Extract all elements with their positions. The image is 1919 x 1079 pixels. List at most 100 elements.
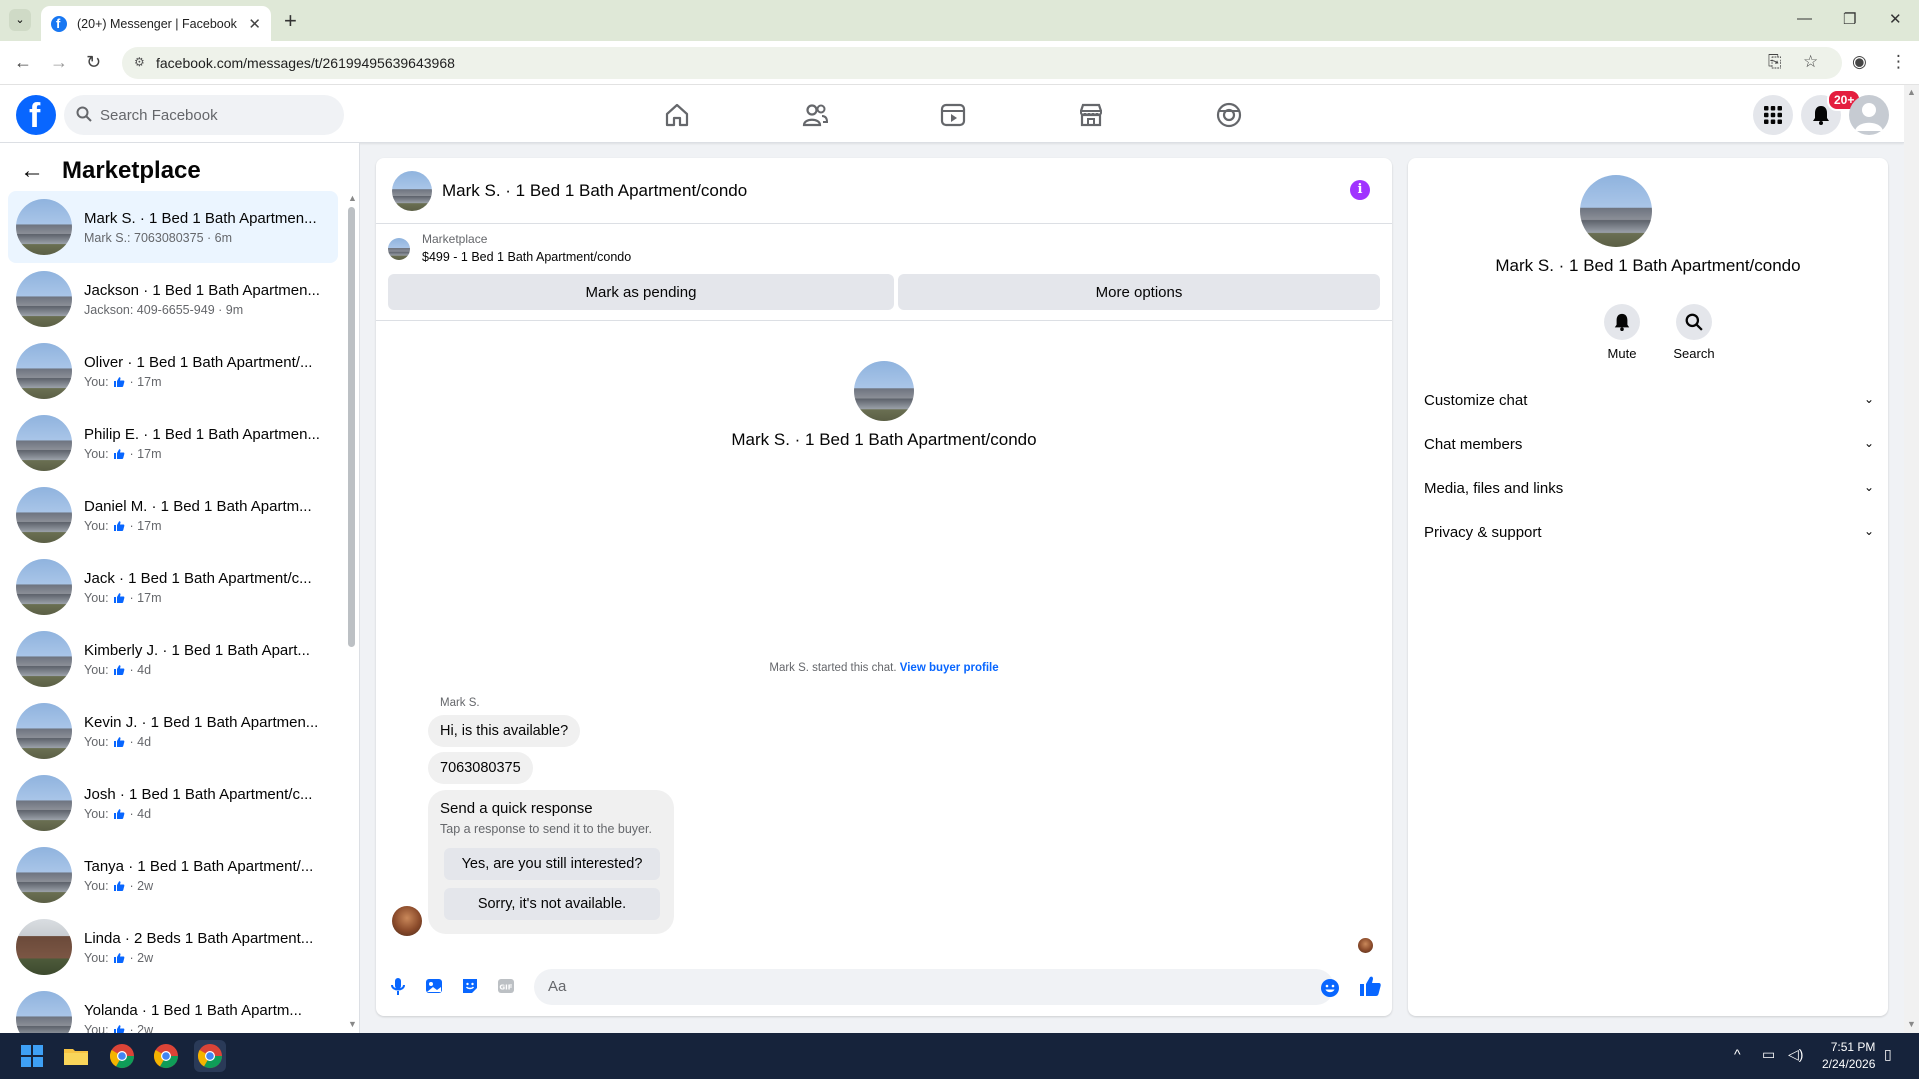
search-action[interactable]: Search bbox=[1664, 304, 1724, 361]
section-label: Customize chat bbox=[1424, 392, 1528, 409]
message-bubble: Hi, is this available? bbox=[428, 715, 581, 747]
site-info-icon[interactable]: ⚙ bbox=[134, 55, 150, 71]
quick-response-sorry-button[interactable]: Sorry, it's not available. bbox=[444, 888, 660, 920]
restore-icon[interactable]: ❐ bbox=[1843, 10, 1856, 28]
facebook-logo[interactable] bbox=[16, 95, 56, 136]
sticker-icon[interactable] bbox=[460, 976, 480, 996]
conversation-name: Kevin J. · 1 Bed 1 Bath Apartmen... bbox=[84, 713, 319, 731]
reload-icon[interactable]: ↻ bbox=[86, 52, 101, 73]
conversation-preview: You: · 17m bbox=[84, 447, 324, 461]
message-input[interactable]: Aa bbox=[534, 969, 1334, 1005]
preview-time: · 17m bbox=[129, 518, 162, 533]
account-button[interactable] bbox=[1849, 95, 1889, 135]
preview-sender: You: bbox=[84, 950, 109, 965]
preview-time: · 17m bbox=[129, 374, 162, 389]
address-toolbar: ← → ↻ ⚙ facebook.com/messages/t/26199495… bbox=[0, 41, 1919, 85]
new-tab-button[interactable]: + bbox=[284, 8, 297, 34]
home-icon[interactable] bbox=[663, 101, 691, 129]
gaming-icon[interactable] bbox=[1215, 101, 1243, 129]
install-app-icon[interactable]: ⎘ bbox=[1768, 52, 1782, 72]
conversation-item[interactable]: Philip E. · 1 Bed 1 Bath Apartmen... You:… bbox=[8, 407, 338, 479]
avatar bbox=[16, 919, 72, 975]
url-bar[interactable]: ⚙ facebook.com/messages/t/26199495639643… bbox=[122, 47, 1842, 79]
conversation-preview: You: · 4d bbox=[84, 807, 324, 821]
chat-title[interactable]: Mark S. · 1 Bed 1 Bath Apartment/condo bbox=[442, 181, 747, 201]
preview-time: · 2w bbox=[129, 878, 154, 893]
page-scroll-up-arrow[interactable]: ▲ bbox=[1907, 87, 1916, 97]
mark-as-pending-button[interactable]: Mark as pending bbox=[388, 274, 894, 310]
photo-icon[interactable] bbox=[424, 976, 444, 996]
sender-avatar[interactable] bbox=[392, 906, 422, 936]
microphone-icon[interactable] bbox=[388, 976, 408, 996]
search-label: Search bbox=[1673, 346, 1715, 361]
chrome-icon[interactable] bbox=[150, 1040, 182, 1072]
conversation-item[interactable]: Daniel M. · 1 Bed 1 Bath Apartm... You: ·… bbox=[8, 479, 338, 551]
bell-icon bbox=[1604, 304, 1640, 340]
avatar-icon bbox=[1855, 103, 1883, 131]
profile-icon[interactable]: ◉ bbox=[1852, 52, 1867, 72]
conversation-item[interactable]: Kevin J. · 1 Bed 1 Bath Apartmen... You: … bbox=[8, 695, 338, 767]
page-scroll-down-arrow[interactable]: ▼ bbox=[1907, 1019, 1916, 1029]
media-files-links-row[interactable]: Media, files and links ⌄ bbox=[1424, 480, 1874, 497]
conversation-item[interactable]: Mark S. · 1 Bed 1 Bath Apartmen... Mark S… bbox=[8, 191, 338, 263]
browser-menu-icon[interactable]: ⋮ bbox=[1890, 52, 1907, 72]
thumbs-up-icon[interactable] bbox=[1358, 974, 1382, 998]
chevron-down-icon: ⌄ bbox=[1863, 436, 1874, 450]
scroll-down-arrow[interactable]: ▼ bbox=[348, 1019, 357, 1029]
listing-summary[interactable]: Marketplace $499 - 1 Bed 1 Bath Apartmen… bbox=[388, 232, 631, 264]
conversation-item[interactable]: Jack · 1 Bed 1 Bath Apartment/c... You: ·… bbox=[8, 551, 338, 623]
video-icon[interactable] bbox=[939, 101, 967, 129]
clock-time: 7:51 PM bbox=[1830, 1040, 1876, 1054]
conversation-item[interactable]: Linda · 2 Beds 1 Bath Apartment... You: ·… bbox=[8, 911, 338, 983]
preview-sender: You: bbox=[84, 590, 109, 605]
facebook-search-input[interactable]: Search Facebook bbox=[64, 95, 344, 135]
page-scrollbar[interactable]: ▲ ▼ bbox=[1904, 85, 1919, 1033]
conversation-item[interactable]: Tanya · 1 Bed 1 Bath Apartment/... You: ·… bbox=[8, 839, 338, 911]
tab-search-button[interactable]: ⌄ bbox=[9, 9, 31, 31]
back-icon[interactable]: ← bbox=[14, 52, 32, 73]
quick-response-yes-button[interactable]: Yes, are you still interested? bbox=[444, 848, 660, 880]
preview-time: · 17m bbox=[129, 590, 162, 605]
more-options-button[interactable]: More options bbox=[898, 274, 1380, 310]
marketplace-icon[interactable] bbox=[1077, 101, 1105, 129]
listing-description: $499 - 1 Bed 1 Bath Apartment/condo bbox=[422, 250, 632, 264]
chat-members-row[interactable]: Chat members ⌄ bbox=[1424, 436, 1874, 453]
friends-icon[interactable] bbox=[801, 101, 829, 129]
chrome-icon[interactable] bbox=[106, 1040, 138, 1072]
tab-close-icon[interactable]: ✕ bbox=[248, 15, 261, 33]
preview-sender: You: bbox=[84, 446, 109, 461]
menu-grid-button[interactable] bbox=[1753, 95, 1793, 135]
window-close-icon[interactable]: ✕ bbox=[1889, 10, 1902, 28]
chat-avatar[interactable] bbox=[392, 170, 432, 211]
svg-text:GIF: GIF bbox=[499, 984, 512, 992]
conversation-item[interactable]: Oliver · 1 Bed 1 Bath Apartment/... You: … bbox=[8, 335, 338, 407]
clock[interactable]: 7:51 PM 2/24/2026 bbox=[1822, 1039, 1875, 1073]
view-buyer-profile-link[interactable]: View buyer profile bbox=[900, 662, 999, 674]
conversation-item[interactable]: Josh · 1 Bed 1 Bath Apartment/c... You: ·… bbox=[8, 767, 338, 839]
customize-chat-row[interactable]: Customize chat ⌄ bbox=[1424, 392, 1874, 409]
notifications-icon[interactable]: ▯ bbox=[1884, 1046, 1892, 1063]
network-icon[interactable]: ▭ bbox=[1762, 1046, 1775, 1063]
file-explorer-icon[interactable] bbox=[60, 1040, 92, 1072]
emoji-icon[interactable] bbox=[1320, 978, 1340, 998]
back-arrow-icon[interactable]: ← bbox=[20, 157, 44, 185]
chevron-up-icon[interactable]: ^ bbox=[1734, 1046, 1741, 1062]
scroll-up-arrow[interactable]: ▲ bbox=[348, 193, 357, 203]
volume-icon[interactable]: ◁) bbox=[1788, 1046, 1803, 1063]
info-icon[interactable]: i bbox=[1350, 180, 1370, 200]
bookmark-star-icon[interactable]: ☆ bbox=[1803, 52, 1818, 72]
conversation-item[interactable]: Jackson · 1 Bed 1 Bath Apartmen... Jackso… bbox=[8, 263, 338, 335]
gif-icon[interactable]: GIF bbox=[496, 976, 516, 996]
minimize-icon[interactable]: — bbox=[1797, 10, 1812, 27]
browser-tab[interactable]: (20+) Messenger | Facebook ✕ bbox=[41, 6, 271, 41]
sidebar-scrollbar[interactable] bbox=[348, 207, 355, 647]
chrome-icon[interactable] bbox=[194, 1040, 226, 1072]
privacy-support-row[interactable]: Privacy & support ⌄ bbox=[1424, 524, 1874, 541]
conversation-preview: Jackson: 409-6655-949 · 9m bbox=[84, 302, 244, 317]
windows-start-icon[interactable] bbox=[16, 1040, 48, 1072]
forward-icon[interactable]: → bbox=[50, 52, 68, 73]
conversation-sidebar: ← Marketplace Mark S. · 1 Bed 1 Bath Apa… bbox=[0, 143, 360, 1047]
conversation-item[interactable]: Kimberly J. · 1 Bed 1 Bath Apart... You: … bbox=[8, 623, 338, 695]
mute-action[interactable]: Mute bbox=[1592, 304, 1652, 361]
avatar bbox=[16, 271, 72, 327]
